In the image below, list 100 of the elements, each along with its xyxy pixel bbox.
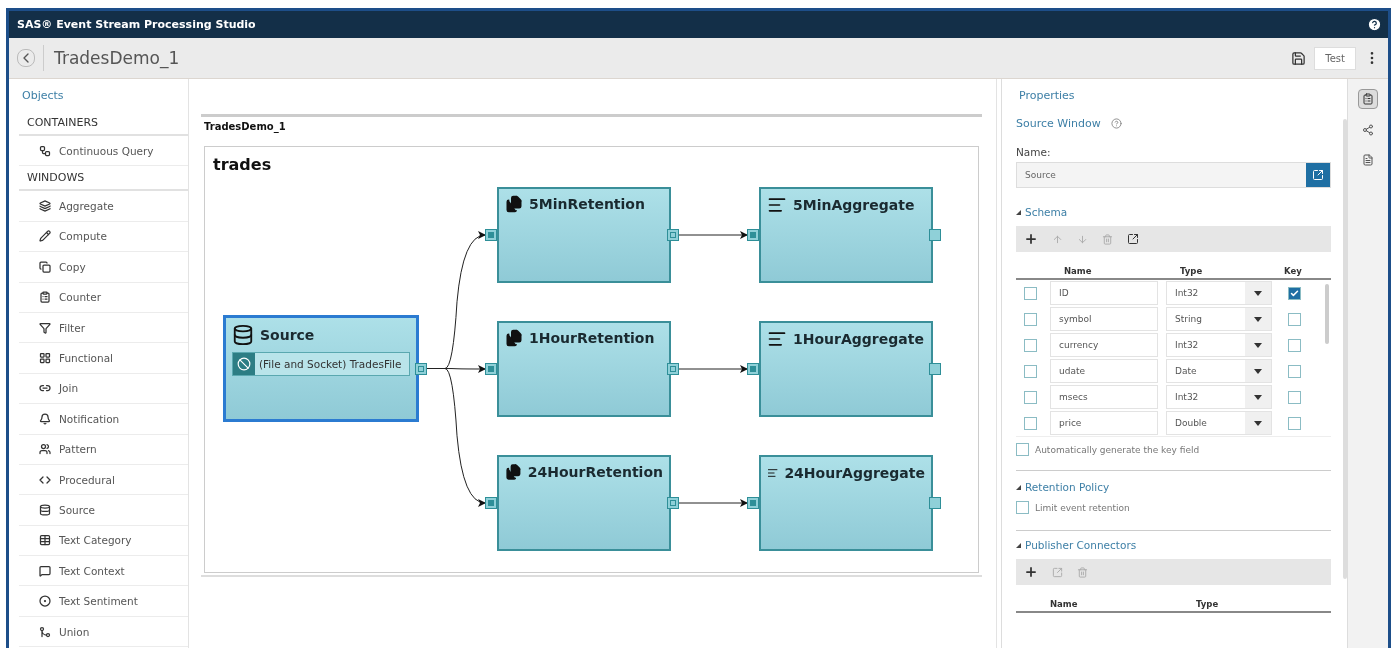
grid-icon	[39, 352, 51, 365]
up-arrow-icon[interactable]	[1052, 233, 1063, 245]
row-checkbox[interactable]	[1024, 416, 1037, 430]
publisher-section-toggle[interactable]: Publisher Connectors	[1016, 539, 1137, 551]
row-checkbox[interactable]	[1024, 286, 1037, 300]
window-node[interactable]: 24HourRetention	[497, 455, 671, 551]
message-icon	[39, 564, 51, 577]
retention-section-toggle[interactable]: Retention Policy	[1016, 481, 1110, 493]
back-button[interactable]	[17, 49, 35, 67]
objects-title: Objects	[21, 88, 65, 104]
key-checkbox[interactable]	[1288, 286, 1301, 300]
input-port[interactable]	[485, 363, 497, 375]
type-select[interactable]: Date	[1166, 359, 1272, 383]
connection-arrow	[678, 231, 748, 239]
object-item[interactable]: Copy	[19, 252, 188, 283]
connection-arrow	[678, 365, 748, 373]
test-button[interactable]: Test	[1314, 46, 1356, 70]
add-icon[interactable]	[1024, 232, 1038, 246]
object-item[interactable]: Text Context	[19, 556, 188, 587]
app-title: SAS® Event Stream Processing Studio	[17, 18, 256, 31]
object-item[interactable]: Procedural	[19, 464, 188, 496]
object-item[interactable]: Join	[19, 373, 188, 405]
window-node[interactable]: 5MinRetention	[497, 187, 671, 283]
output-port[interactable]	[929, 229, 941, 241]
field-name-input[interactable]: msecs	[1050, 385, 1158, 409]
help-icon[interactable]	[1367, 17, 1382, 32]
name-field[interactable]: Source	[1016, 162, 1331, 188]
properties-tab-icon[interactable]	[1358, 89, 1378, 109]
output-port[interactable]	[667, 363, 679, 375]
input-port[interactable]	[485, 497, 497, 509]
output-port[interactable]	[929, 363, 941, 375]
column-header: Name	[1063, 266, 1093, 276]
database-icon	[39, 504, 51, 516]
input-port[interactable]	[747, 497, 759, 509]
save-icon[interactable]	[1291, 50, 1307, 66]
key-checkbox[interactable]	[1288, 364, 1301, 378]
output-port[interactable]	[667, 229, 679, 241]
project-label: TradesDemo_1	[204, 121, 287, 132]
window-node[interactable]: 1HourRetention	[497, 321, 671, 417]
input-port[interactable]	[747, 363, 759, 375]
output-port[interactable]	[415, 362, 427, 375]
object-item[interactable]: Continuous Query	[19, 136, 188, 167]
input-port[interactable]	[485, 229, 497, 241]
output-port[interactable]	[667, 497, 679, 509]
type-select[interactable]: String	[1166, 307, 1272, 331]
object-item[interactable]: Notification	[19, 404, 188, 435]
circle-dot-icon	[39, 595, 51, 608]
delete-icon[interactable]	[1077, 566, 1088, 578]
field-name-input[interactable]: udate	[1050, 359, 1158, 383]
window-node[interactable]: 24HourAggregate	[759, 455, 933, 551]
object-item[interactable]: Functional	[19, 343, 188, 374]
down-arrow-icon[interactable]	[1077, 233, 1088, 245]
row-checkbox[interactable]	[1024, 364, 1037, 378]
output-port[interactable]	[929, 497, 941, 509]
edit-button[interactable]	[1306, 163, 1330, 187]
merge-icon	[39, 625, 51, 638]
object-item[interactable]: Compute	[19, 221, 188, 253]
object-item[interactable]: Text Sentiment	[19, 586, 188, 617]
row-checkbox[interactable]	[1024, 312, 1037, 326]
window-node[interactable]: 1HourAggregate	[759, 321, 933, 417]
import-icon[interactable]	[1127, 233, 1139, 245]
row-checkbox[interactable]	[1024, 390, 1037, 404]
input-port[interactable]	[747, 229, 759, 241]
object-item[interactable]: Source	[19, 495, 188, 526]
field-name-input[interactable]: ID	[1050, 281, 1158, 305]
connector-icon	[233, 353, 255, 375]
key-checkbox[interactable]	[1288, 312, 1301, 326]
checkbox[interactable]	[1016, 443, 1029, 456]
type-select[interactable]: Int32	[1166, 385, 1272, 409]
type-select[interactable]: Double	[1166, 411, 1272, 435]
checkbox[interactable]	[1016, 501, 1029, 514]
object-item[interactable]: Filter	[19, 312, 188, 344]
type-select[interactable]: Int32	[1166, 281, 1272, 305]
object-item[interactable]: Aggregate	[19, 191, 188, 222]
pencil-icon	[39, 230, 51, 243]
field-name-input[interactable]: symbol	[1050, 307, 1158, 331]
connector-chip[interactable]: (File and Socket) TradesFile	[232, 352, 410, 376]
window-node[interactable]: Source (File and Socket) TradesFile	[223, 315, 419, 422]
object-item[interactable]: Counter	[19, 282, 188, 313]
window-node[interactable]: 5MinAggregate	[759, 187, 933, 283]
section-heading: WINDOWS	[19, 166, 188, 192]
edit-icon[interactable]	[1052, 566, 1063, 578]
window-name: 5MinRetention	[529, 196, 645, 212]
row-checkbox[interactable]	[1024, 338, 1037, 352]
add-icon[interactable]	[1024, 565, 1038, 579]
layers-icon	[39, 200, 51, 213]
field-name-input[interactable]: currency	[1050, 333, 1158, 357]
object-item[interactable]: Union	[19, 616, 188, 648]
object-item[interactable]: Pattern	[19, 434, 188, 465]
field-name-input[interactable]: price	[1050, 411, 1158, 435]
key-checkbox[interactable]	[1288, 390, 1301, 404]
key-checkbox[interactable]	[1288, 416, 1301, 430]
workflow-icon	[39, 144, 51, 157]
key-checkbox[interactable]	[1288, 338, 1301, 352]
type-select[interactable]: Int32	[1166, 333, 1272, 357]
object-item[interactable]: Text Category	[19, 525, 188, 557]
schema-section-toggle[interactable]: Schema	[1016, 206, 1068, 218]
delete-icon[interactable]	[1102, 233, 1113, 245]
column-header: Type	[1179, 266, 1204, 276]
lines-icon	[767, 195, 787, 215]
